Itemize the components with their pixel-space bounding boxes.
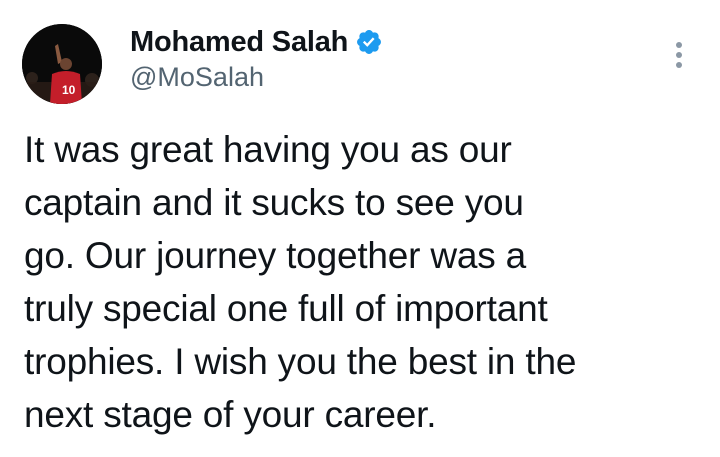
author-display-name[interactable]: Mohamed Salah	[130, 26, 348, 59]
author-avatar[interactable]: 10	[22, 24, 102, 104]
more-options-button[interactable]	[664, 36, 694, 74]
author-handle[interactable]: @MoSalah	[130, 62, 264, 93]
avatar-jersey-number: 10	[62, 83, 76, 97]
tweet-text: It was great having you as our captain a…	[24, 129, 577, 435]
author-name-row: Mohamed Salah	[130, 22, 383, 62]
verified-badge-icon[interactable]	[355, 28, 383, 56]
tweet-card: 10 Mohamed Salah @MoSalah It was great h…	[0, 0, 720, 457]
avatar-image: 10	[22, 24, 102, 104]
more-vertical-icon	[676, 42, 682, 68]
